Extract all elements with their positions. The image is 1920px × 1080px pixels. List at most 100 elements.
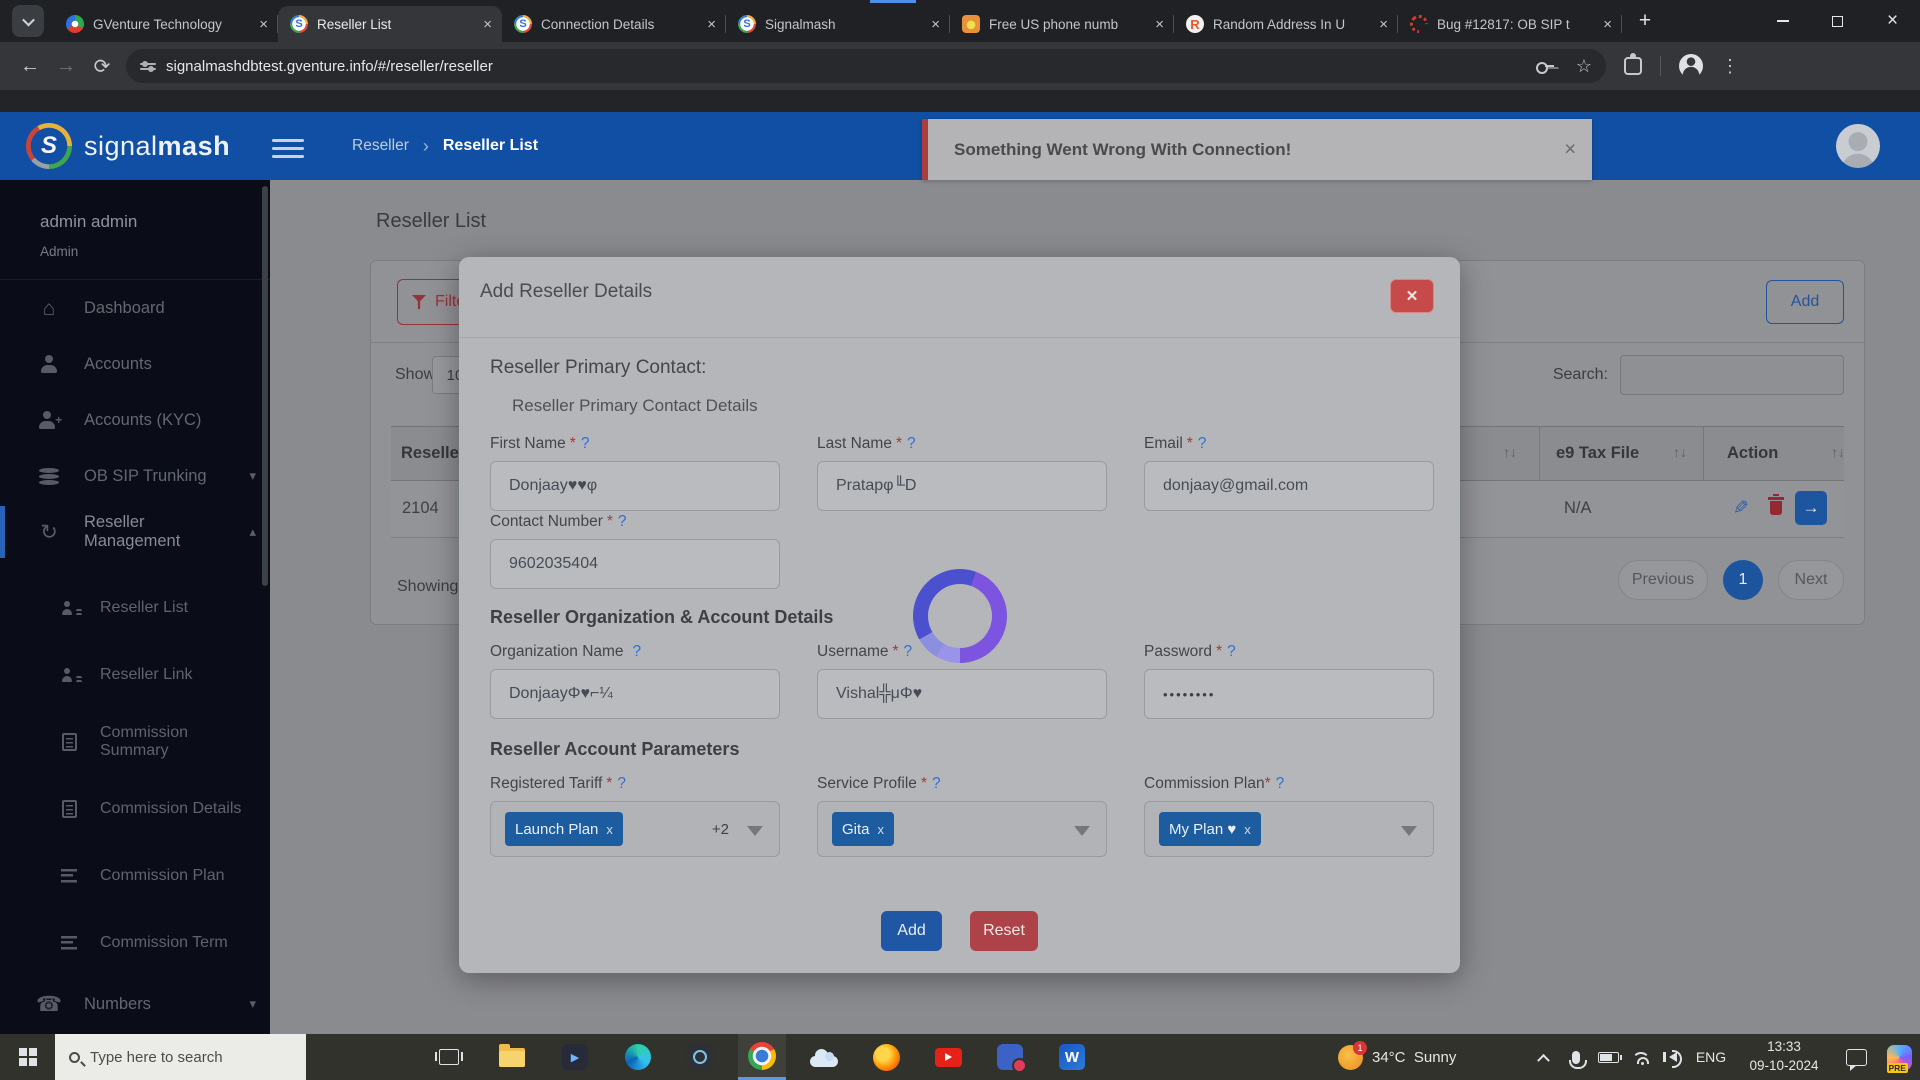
sidebar-item-numbers[interactable]: ☎ Numbers ▾ xyxy=(0,976,270,1032)
help-icon[interactable]: ? xyxy=(617,775,626,792)
tray-language[interactable]: ENG xyxy=(1690,1034,1732,1080)
extensions-icon[interactable] xyxy=(1624,57,1642,75)
sidebar-item-dashboard[interactable]: ⌂ Dashboard xyxy=(0,280,270,336)
dropdown-caret-icon[interactable] xyxy=(1074,826,1090,836)
sidebar-item-reseller-list[interactable]: Reseller List xyxy=(0,574,270,641)
email-input[interactable]: donjaay@gmail.com xyxy=(1144,461,1434,511)
sidebar-item-accounts[interactable]: Accounts xyxy=(0,336,270,392)
taskbar-edge[interactable] xyxy=(614,1034,662,1080)
taskbar-cloud-app[interactable] xyxy=(800,1034,848,1080)
help-icon[interactable]: ? xyxy=(1198,435,1207,452)
chip-remove-icon[interactable]: x xyxy=(606,822,613,837)
taskbar-capture-tool[interactable] xyxy=(676,1034,724,1080)
tab-random-address[interactable]: R Random Address In U × xyxy=(1174,6,1398,42)
pagination-page-1[interactable]: 1 xyxy=(1723,560,1763,600)
taskbar-teams[interactable] xyxy=(986,1034,1034,1080)
window-close-button[interactable]: × xyxy=(1865,0,1920,42)
address-bar[interactable]: signalmashdbtest.gventure.info/#/reselle… xyxy=(126,49,1606,83)
taskbar-firefox[interactable] xyxy=(862,1034,910,1080)
column-header-action[interactable]: Action xyxy=(1727,444,1778,463)
tray-clock[interactable]: 13:33 09-10-2024 xyxy=(1736,1034,1832,1080)
tray-expand-button[interactable] xyxy=(1528,1034,1558,1080)
tab-gventure[interactable]: GVenture Technology × xyxy=(54,6,278,42)
sort-icon[interactable]: ↑↓ xyxy=(1503,444,1517,460)
help-icon[interactable]: ? xyxy=(904,643,913,660)
taskbar-word[interactable]: W xyxy=(1048,1034,1096,1080)
chip-remove-icon[interactable]: x xyxy=(1244,822,1251,837)
taskbar-weather[interactable]: 1 34°C Sunny xyxy=(1338,1034,1498,1080)
sort-icon[interactable]: ↑↓ xyxy=(1831,444,1845,460)
help-icon[interactable]: ? xyxy=(581,435,590,452)
reload-button[interactable]: ⟳ xyxy=(84,54,120,79)
chip-remove-icon[interactable]: x xyxy=(878,822,885,837)
tariff-chip[interactable]: Launch Planx xyxy=(505,812,623,846)
taskbar-search-box[interactable]: Type here to search xyxy=(55,1034,306,1080)
commission-chip[interactable]: My Plan ♥x xyxy=(1159,812,1261,846)
start-button[interactable] xyxy=(0,1034,55,1080)
sidebar-toggle-button[interactable] xyxy=(272,134,304,163)
dropdown-caret-icon[interactable] xyxy=(747,826,763,836)
pagination-previous-button[interactable]: Previous xyxy=(1618,560,1708,600)
sort-icon[interactable]: ↑↓ xyxy=(1673,444,1687,460)
browser-menu-icon[interactable]: ⋮ xyxy=(1721,56,1739,77)
action-center-button[interactable] xyxy=(1838,1034,1874,1080)
profile-chip[interactable]: Gitax xyxy=(832,812,894,846)
help-icon[interactable]: ? xyxy=(1276,775,1285,792)
new-tab-button[interactable]: + xyxy=(1630,6,1660,36)
help-icon[interactable]: ? xyxy=(633,643,642,660)
taskbar-media-player[interactable]: ▶ xyxy=(551,1034,599,1080)
window-minimize-button[interactable] xyxy=(1755,0,1810,42)
tab-bug-12817[interactable]: Bug #12817: OB SIP t × xyxy=(1398,6,1622,42)
password-manager-icon[interactable] xyxy=(1536,61,1554,71)
sidebar-item-accounts-kyc[interactable]: + Accounts (KYC) xyxy=(0,392,270,448)
bookmark-star-icon[interactable]: ☆ xyxy=(1576,56,1592,77)
impersonate-login-button[interactable]: → xyxy=(1795,491,1827,525)
site-info-icon[interactable] xyxy=(140,60,156,73)
edit-icon[interactable]: ✎ xyxy=(1733,497,1749,520)
user-avatar[interactable] xyxy=(1836,124,1880,168)
tab-close-icon[interactable]: × xyxy=(931,16,940,33)
copilot-button[interactable]: PRE xyxy=(1880,1034,1918,1080)
first-name-input[interactable]: Donjaay♥♥φ xyxy=(490,461,780,511)
sidebar-item-commission-term[interactable]: Commission Term xyxy=(0,909,270,976)
username-input[interactable]: Vishal╬μΦ♥ xyxy=(817,669,1107,719)
column-header-e9-tax-file[interactable]: e9 Tax File xyxy=(1556,444,1639,463)
help-icon[interactable]: ? xyxy=(1227,643,1236,660)
tray-volume[interactable] xyxy=(1658,1034,1688,1080)
browser-profile-avatar[interactable] xyxy=(1679,54,1703,78)
brand[interactable]: S signalmash xyxy=(26,123,230,169)
tab-close-icon[interactable]: × xyxy=(1155,16,1164,33)
task-view-button[interactable] xyxy=(425,1034,473,1080)
dropdown-caret-icon[interactable] xyxy=(1401,826,1417,836)
help-icon[interactable]: ? xyxy=(618,513,627,530)
toast-close-button[interactable]: × xyxy=(1564,138,1576,161)
tray-battery[interactable] xyxy=(1592,1034,1624,1080)
tab-close-icon[interactable]: × xyxy=(483,16,492,33)
taskbar-chrome-active[interactable] xyxy=(738,1034,786,1080)
tab-signalmash[interactable]: S Signalmash × xyxy=(726,6,950,42)
tab-close-icon[interactable]: × xyxy=(1603,16,1612,33)
search-input[interactable] xyxy=(1620,355,1844,395)
taskbar-widgets-button[interactable] xyxy=(340,1034,388,1080)
service-profile-multiselect[interactable]: Gitax xyxy=(817,801,1107,857)
organization-name-input[interactable]: DonjaayΦ♥⌐¼ xyxy=(490,669,780,719)
registered-tariff-multiselect[interactable]: Launch Planx +2 xyxy=(490,801,780,857)
tab-close-icon[interactable]: × xyxy=(259,16,268,33)
breadcrumb-parent[interactable]: Reseller xyxy=(352,137,409,155)
modal-close-button[interactable]: ✕ xyxy=(1390,279,1434,313)
modal-reset-button[interactable]: Reset xyxy=(970,911,1038,951)
add-reseller-button[interactable]: Add xyxy=(1766,280,1844,324)
sidebar-item-ob-sip-trunking[interactable]: OB SIP Trunking ▾ xyxy=(0,448,270,504)
back-button[interactable]: ← xyxy=(12,55,48,78)
commission-plan-multiselect[interactable]: My Plan ♥x xyxy=(1144,801,1434,857)
tray-wifi[interactable] xyxy=(1626,1034,1656,1080)
tab-connection-details[interactable]: S Connection Details × xyxy=(502,6,726,42)
url-text[interactable]: signalmashdbtest.gventure.info/#/reselle… xyxy=(166,58,1526,75)
sidebar-item-commission-summary[interactable]: Commission Summary xyxy=(0,708,270,775)
tab-close-icon[interactable]: × xyxy=(1379,16,1388,33)
pagination-next-button[interactable]: Next xyxy=(1778,560,1844,600)
window-maximize-button[interactable] xyxy=(1810,0,1865,42)
sidebar-item-commission-plan[interactable]: Commission Plan xyxy=(0,842,270,909)
tab-search-chevron-button[interactable] xyxy=(12,5,44,37)
sidebar-item-reseller-management[interactable]: ↻ Reseller Management ▴ xyxy=(0,504,270,560)
